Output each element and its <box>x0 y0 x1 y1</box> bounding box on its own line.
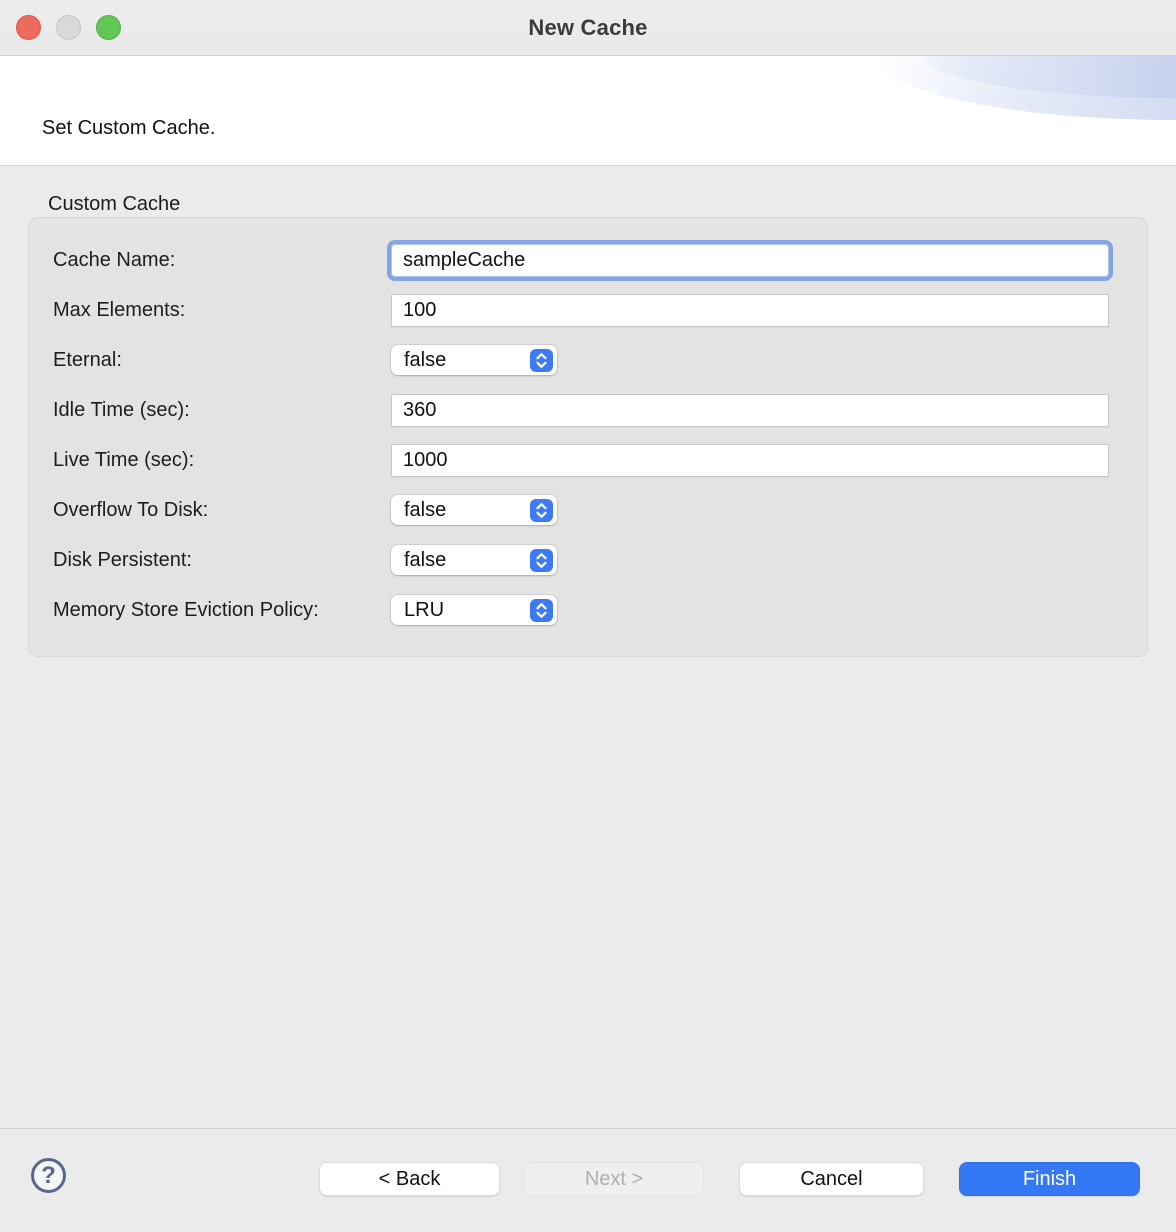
field-memory-store-eviction-policy-select[interactable]: LRU <box>391 595 557 625</box>
chevron-up-down-icon <box>530 499 553 522</box>
field-live-time-sec-input[interactable] <box>391 444 1109 477</box>
field-max-elements-label: Max Elements: <box>53 299 391 322</box>
form-row-cache-name: Cache Name: <box>29 235 1147 285</box>
field-live-time-sec-label: Live Time (sec): <box>53 449 391 472</box>
form-rows: Cache Name: Max Elements: Eternal: false Idl… <box>29 235 1147 635</box>
form-row-live-time-sec: Live Time (sec): <box>29 435 1147 485</box>
field-idle-time-sec-input[interactable] <box>391 394 1109 427</box>
cancel-button[interactable]: Cancel <box>739 1162 924 1196</box>
field-memory-store-eviction-policy-selected-value: LRU <box>404 599 444 622</box>
field-disk-persistent-selected-value: false <box>404 549 446 572</box>
close-window-button[interactable] <box>16 15 41 40</box>
form-row-idle-time-sec: Idle Time (sec): <box>29 385 1147 435</box>
field-eternal-label: Eternal: <box>53 349 391 372</box>
chevron-up-down-icon <box>530 349 553 372</box>
chevron-up-down-icon <box>530 549 553 572</box>
field-cache-name-label: Cache Name: <box>53 249 391 272</box>
field-cache-name-input[interactable] <box>391 244 1109 277</box>
field-eternal-select[interactable]: false <box>391 345 557 375</box>
field-disk-persistent-select[interactable]: false <box>391 545 557 575</box>
form-row-overflow-to-disk: Overflow To Disk: false <box>29 485 1147 535</box>
field-max-elements-input[interactable] <box>391 294 1109 327</box>
field-overflow-to-disk-label: Overflow To Disk: <box>53 499 391 522</box>
traffic-lights <box>16 0 121 55</box>
field-memory-store-eviction-policy-label: Memory Store Eviction Policy: <box>53 599 391 622</box>
wizard-banner: Set Custom Cache. <box>0 56 1176 166</box>
help-button[interactable]: ? <box>31 1158 66 1193</box>
minimize-window-button[interactable] <box>56 15 81 40</box>
form-row-eternal: Eternal: false <box>29 335 1147 385</box>
button-bar: ? < Back Next > Cancel Finish <box>0 1128 1176 1232</box>
finish-button[interactable]: Finish <box>959 1162 1140 1196</box>
form-row-memory-store-eviction-policy: Memory Store Eviction Policy: LRU <box>29 585 1147 635</box>
field-overflow-to-disk-selected-value: false <box>404 499 446 522</box>
field-disk-persistent-label: Disk Persistent: <box>53 549 391 572</box>
back-button[interactable]: < Back <box>319 1162 500 1196</box>
wizard-content: Custom Cache Cache Name: Max Elements: Ete… <box>0 166 1176 1128</box>
zoom-window-button[interactable] <box>96 15 121 40</box>
wizard-description: Set Custom Cache. <box>42 117 215 140</box>
custom-cache-group-box: Cache Name: Max Elements: Eternal: false Idl… <box>28 217 1148 657</box>
group-label: Custom Cache <box>48 193 180 216</box>
next-button: Next > <box>524 1162 704 1196</box>
window-title: New Cache <box>528 15 647 41</box>
field-eternal-selected-value: false <box>404 349 446 372</box>
new-cache-dialog: New Cache Set Custom Cache. Custom Cache… <box>0 0 1176 1232</box>
title-bar: New Cache <box>0 0 1176 56</box>
form-row-disk-persistent: Disk Persistent: false <box>29 535 1147 585</box>
chevron-up-down-icon <box>530 599 553 622</box>
wizard-buttons: < Back Next > Cancel Finish <box>319 1162 1140 1196</box>
field-overflow-to-disk-select[interactable]: false <box>391 495 557 525</box>
field-idle-time-sec-label: Idle Time (sec): <box>53 399 391 422</box>
form-row-max-elements: Max Elements: <box>29 285 1147 335</box>
